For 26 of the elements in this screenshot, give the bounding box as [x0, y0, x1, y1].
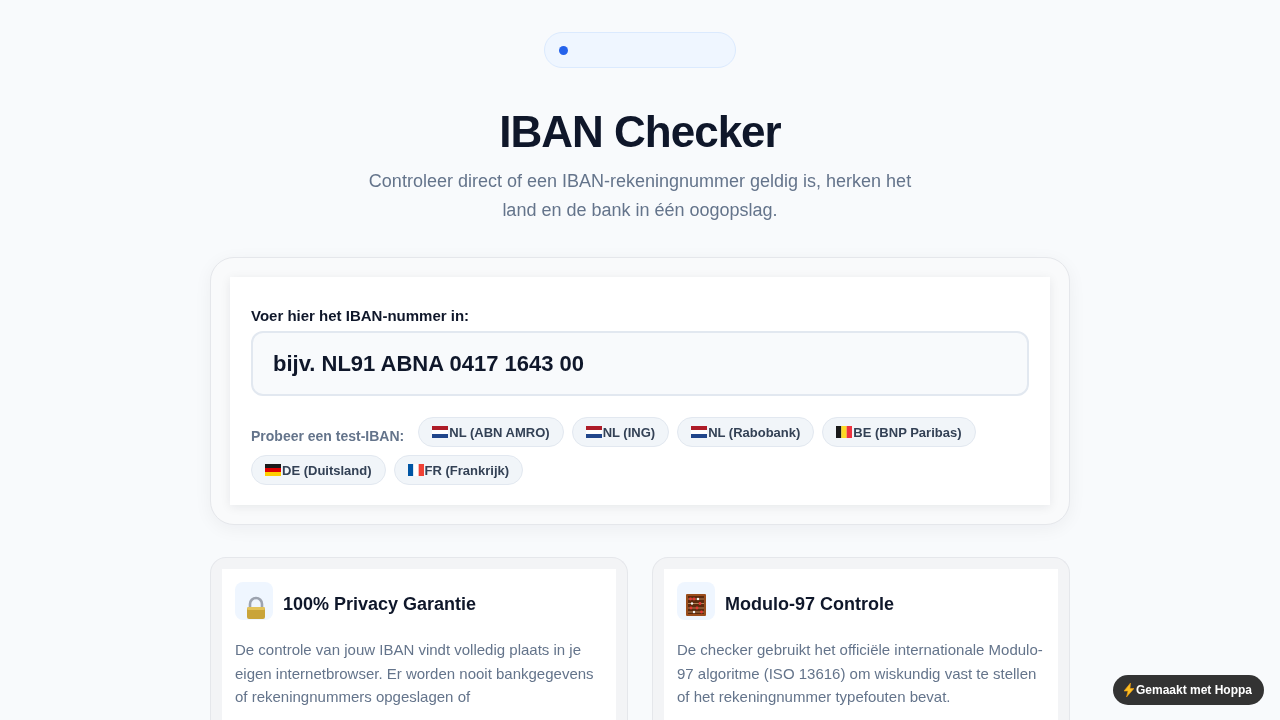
- made-with-link[interactable]: Gemaakt met Hoppa: [1112, 675, 1264, 705]
- status-dot-icon: [559, 45, 568, 55]
- iban-input[interactable]: bijv. NL91 ABNA 0417 1643 00: [251, 331, 1029, 396]
- french-flag-icon: [407, 464, 424, 476]
- page-subtitle: Controleer direct of een IBAN-rekeningnummer geldig is, herken het land en de bank in één oogopslag.: [367, 170, 913, 222]
- test-iban-button[interactable]: BE (BNP Paribas): [822, 417, 976, 447]
- page-title: IBAN Checker: [499, 106, 781, 158]
- dutch-flag-icon: [432, 426, 449, 438]
- test-iban-label: Probeer een test-IBAN:: [251, 427, 405, 445]
- test-iban-button[interactable]: DE (Duitsland): [251, 455, 386, 485]
- abacus-icon: [677, 582, 715, 620]
- belgian-flag-icon: [836, 426, 853, 438]
- test-iban-button[interactable]: NL (Rabobank): [677, 417, 815, 447]
- padlock-icon: [235, 582, 273, 620]
- test-iban-button[interactable]: NL (ABN AMRO): [418, 417, 564, 447]
- feature-text: De checker gebruikt het officiële internationale Modulo-97 algoritme (ISO 13616) om wiskundig vast te stellen of het rekeningnummer typefouten bevat.: [677, 640, 1044, 707]
- dutch-flag-icon: [691, 426, 708, 438]
- feature-title: 100% Privacy Garantie: [283, 593, 477, 616]
- dutch-flag-icon: [585, 426, 602, 438]
- feature-text: De controle van jouw IBAN vindt volledig plaats in je eigen internetbrowser. Er worden nooit bankgegevens of rekeningnummers opgeslagen of: [235, 640, 595, 707]
- iban-input-label: Voer hier het IBAN-nummer in:: [251, 306, 470, 326]
- test-iban-button[interactable]: FR (Frankrijk): [393, 455, 524, 485]
- test-iban-button[interactable]: NL (ING): [571, 417, 670, 447]
- lightning-bolt-icon: [1123, 683, 1134, 697]
- german-flag-icon: [265, 464, 281, 476]
- feature-title: Modulo-97 Controle: [725, 593, 894, 616]
